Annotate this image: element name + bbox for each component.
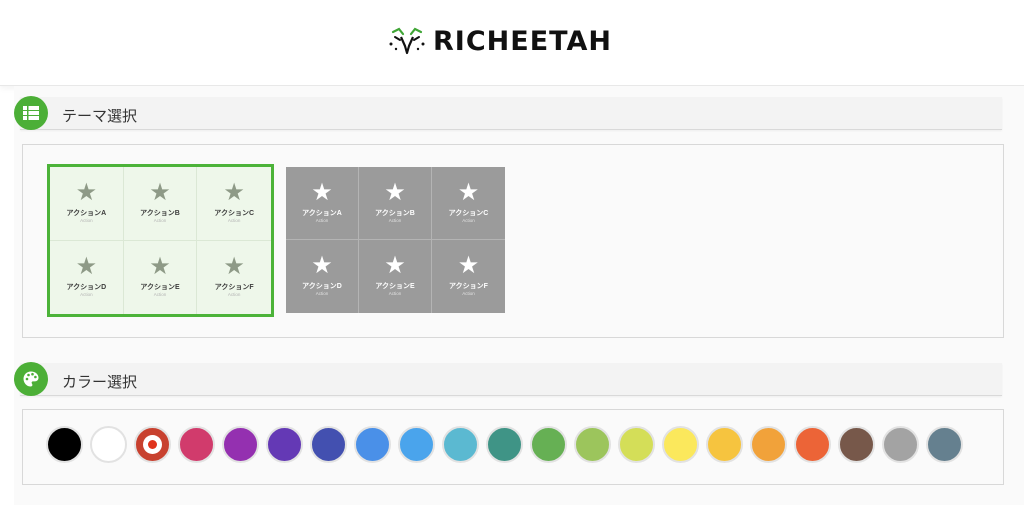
- action-sublabel: Action: [227, 218, 241, 223]
- color-swatch[interactable]: [618, 426, 655, 463]
- theme-section-icon-badge: [14, 96, 48, 130]
- color-swatch[interactable]: [178, 426, 215, 463]
- action-sublabel: Action: [227, 291, 241, 297]
- action-label: アクションD: [66, 283, 107, 291]
- action-sublabel: Action: [315, 291, 329, 296]
- theme-option-light[interactable]: ★ アクションA Action ★ アクションB Action ★ アクションC Actio…: [47, 164, 274, 317]
- theme-panel: ★ アクションA Action ★ アクションB Action ★ アクションC Actio…: [22, 144, 1004, 338]
- logo-text: RICHEETAH: [433, 25, 612, 57]
- cheetah-logo-icon: [389, 27, 425, 55]
- grid-list-icon: [23, 106, 39, 120]
- action-sublabel: Action: [153, 218, 167, 223]
- action-label: アクションC: [448, 210, 489, 217]
- header: RICHEETAH: [0, 0, 1024, 86]
- action-sublabel: Action: [80, 218, 93, 223]
- color-swatch[interactable]: [354, 426, 391, 463]
- action-label: アクションE: [375, 283, 415, 290]
- color-swatch[interactable]: [926, 426, 963, 463]
- action-label: アクションF: [214, 283, 254, 291]
- star-icon: ★: [384, 252, 406, 279]
- theme-cell: ★ アクションA Action: [286, 167, 359, 240]
- color-swatch[interactable]: [222, 426, 259, 463]
- theme-cell: ★ アクションB Action: [123, 167, 198, 241]
- color-swatch[interactable]: [706, 426, 743, 463]
- star-icon: ★: [457, 252, 480, 279]
- color-swatch[interactable]: [530, 426, 567, 463]
- color-panel: [22, 409, 1004, 485]
- color-swatch[interactable]: [398, 426, 435, 463]
- theme-option-dark[interactable]: ★ アクションA Action ★ アクションB Action ★ アクションC Actio…: [286, 167, 505, 313]
- color-swatch[interactable]: [794, 426, 831, 463]
- star-icon: ★: [311, 179, 333, 206]
- action-label: アクションB: [375, 210, 415, 217]
- action-label: アクションF: [449, 283, 488, 290]
- star-icon: ★: [311, 252, 333, 279]
- theme-section-header: テーマ選択: [14, 96, 1002, 130]
- theme-cell: ★ アクションB Action: [359, 167, 432, 240]
- star-icon: ★: [223, 179, 245, 206]
- star-icon: ★: [75, 179, 98, 206]
- action-label: アクションA: [302, 210, 342, 217]
- theme-cell: ★ アクションF Action: [432, 240, 505, 313]
- star-icon: ★: [149, 252, 171, 280]
- star-icon: ★: [75, 252, 98, 280]
- logo[interactable]: RICHEETAH: [387, 25, 612, 57]
- color-swatch[interactable]: [750, 426, 787, 463]
- color-swatch[interactable]: [266, 426, 303, 463]
- color-swatch[interactable]: [442, 426, 479, 463]
- action-label: アクションC: [214, 210, 255, 217]
- color-swatch[interactable]: [46, 426, 83, 463]
- action-sublabel: Action: [462, 218, 475, 223]
- main-content: テーマ選択 ★ アクションA Action ★ アクションB Action ★ アクション…: [14, 86, 1024, 505]
- action-sublabel: Action: [315, 218, 329, 223]
- color-swatch[interactable]: [662, 426, 699, 463]
- theme-cell: ★ アクションD Action: [286, 240, 359, 313]
- action-label: アクションB: [140, 210, 180, 217]
- color-swatch[interactable]: [882, 426, 919, 463]
- palette-icon: [23, 371, 39, 387]
- theme-cell: ★ アクションE Action: [359, 240, 432, 313]
- theme-cell: ★ アクションA Action: [50, 167, 124, 241]
- action-sublabel: Action: [388, 218, 402, 223]
- color-swatch[interactable]: [486, 426, 523, 463]
- star-icon: ★: [223, 252, 245, 280]
- star-icon: ★: [457, 179, 480, 206]
- color-swatch-list: [46, 426, 970, 463]
- color-swatch[interactable]: [838, 426, 875, 463]
- star-icon: ★: [149, 179, 171, 206]
- action-sublabel: Action: [388, 291, 402, 296]
- action-sublabel: Action: [80, 291, 93, 297]
- action-label: アクションA: [66, 210, 107, 217]
- color-section-title: カラー選択: [62, 374, 138, 391]
- theme-cell: ★ アクションC Action: [197, 167, 271, 241]
- theme-cell: ★ アクションE Action: [124, 240, 198, 314]
- color-section-icon-badge: [14, 362, 48, 396]
- theme-cell: ★ アクションF Action: [197, 241, 271, 315]
- color-swatch[interactable]: [134, 426, 171, 463]
- theme-cell: ★ アクションD Action: [50, 240, 124, 314]
- action-label: アクションD: [302, 283, 342, 290]
- color-swatch[interactable]: [90, 426, 127, 463]
- color-swatch[interactable]: [574, 426, 611, 463]
- action-sublabel: Action: [462, 291, 475, 296]
- action-label: アクションE: [140, 283, 180, 291]
- theme-section-title: テーマ選択: [62, 108, 138, 125]
- color-section-header: カラー選択: [14, 362, 1002, 396]
- star-icon: ★: [384, 179, 406, 206]
- color-swatch[interactable]: [310, 426, 347, 463]
- theme-cell: ★ アクションC Action: [432, 167, 505, 240]
- action-sublabel: Action: [153, 291, 167, 297]
